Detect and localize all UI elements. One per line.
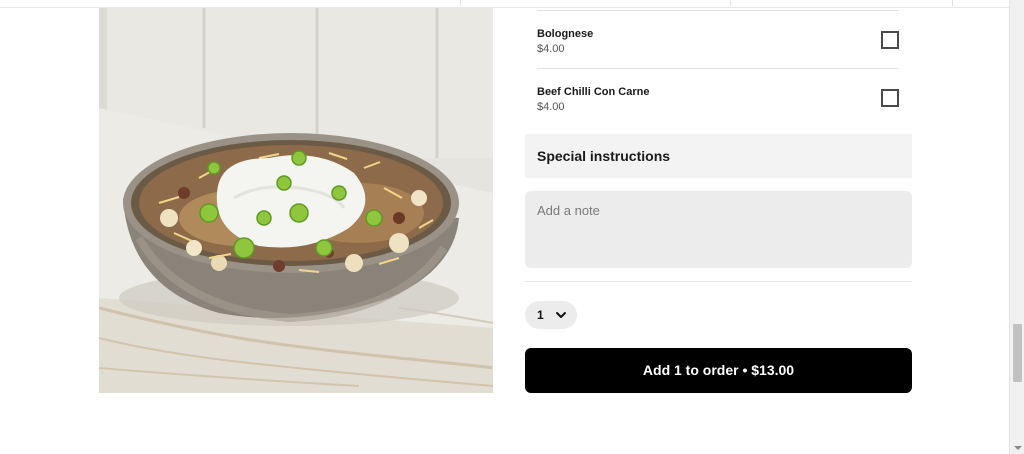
top-strip — [0, 0, 1009, 8]
add-to-order-button[interactable]: Add 1 to order • $13.00 — [525, 348, 912, 393]
option-name: Bolognese — [537, 28, 594, 40]
special-instructions-title: Special instructions — [537, 148, 671, 164]
top-strip-divider — [460, 0, 461, 6]
option-checkbox[interactable] — [881, 31, 899, 49]
option-price: $4.00 — [537, 43, 565, 55]
option-checkbox[interactable] — [881, 89, 899, 107]
option-name: Beef Chilli Con Carne — [537, 86, 650, 98]
page-scrollbar[interactable] — [1009, 0, 1024, 454]
special-instructions-header: Special instructions — [525, 134, 912, 178]
scrollbar-thumb[interactable] — [1013, 324, 1022, 382]
scroll-down-arrow-icon[interactable] — [1014, 446, 1022, 450]
top-strip-divider — [730, 0, 731, 6]
options-list: Bolognese $4.00 Beef Chilli Con Carne $4… — [537, 10, 899, 126]
quantity-select[interactable]: 1 — [525, 301, 577, 329]
section-divider — [525, 281, 912, 282]
chevron-down-icon — [556, 312, 566, 318]
food-image — [99, 8, 493, 393]
option-row-beef-chilli[interactable]: Beef Chilli Con Carne $4.00 — [537, 68, 899, 126]
option-price: $4.00 — [537, 101, 565, 113]
note-input[interactable] — [525, 191, 912, 268]
top-strip-divider — [952, 0, 953, 6]
quantity-value: 1 — [537, 308, 544, 322]
food-photo-illustration — [99, 8, 493, 393]
option-row-bolognese[interactable]: Bolognese $4.00 — [537, 10, 899, 68]
